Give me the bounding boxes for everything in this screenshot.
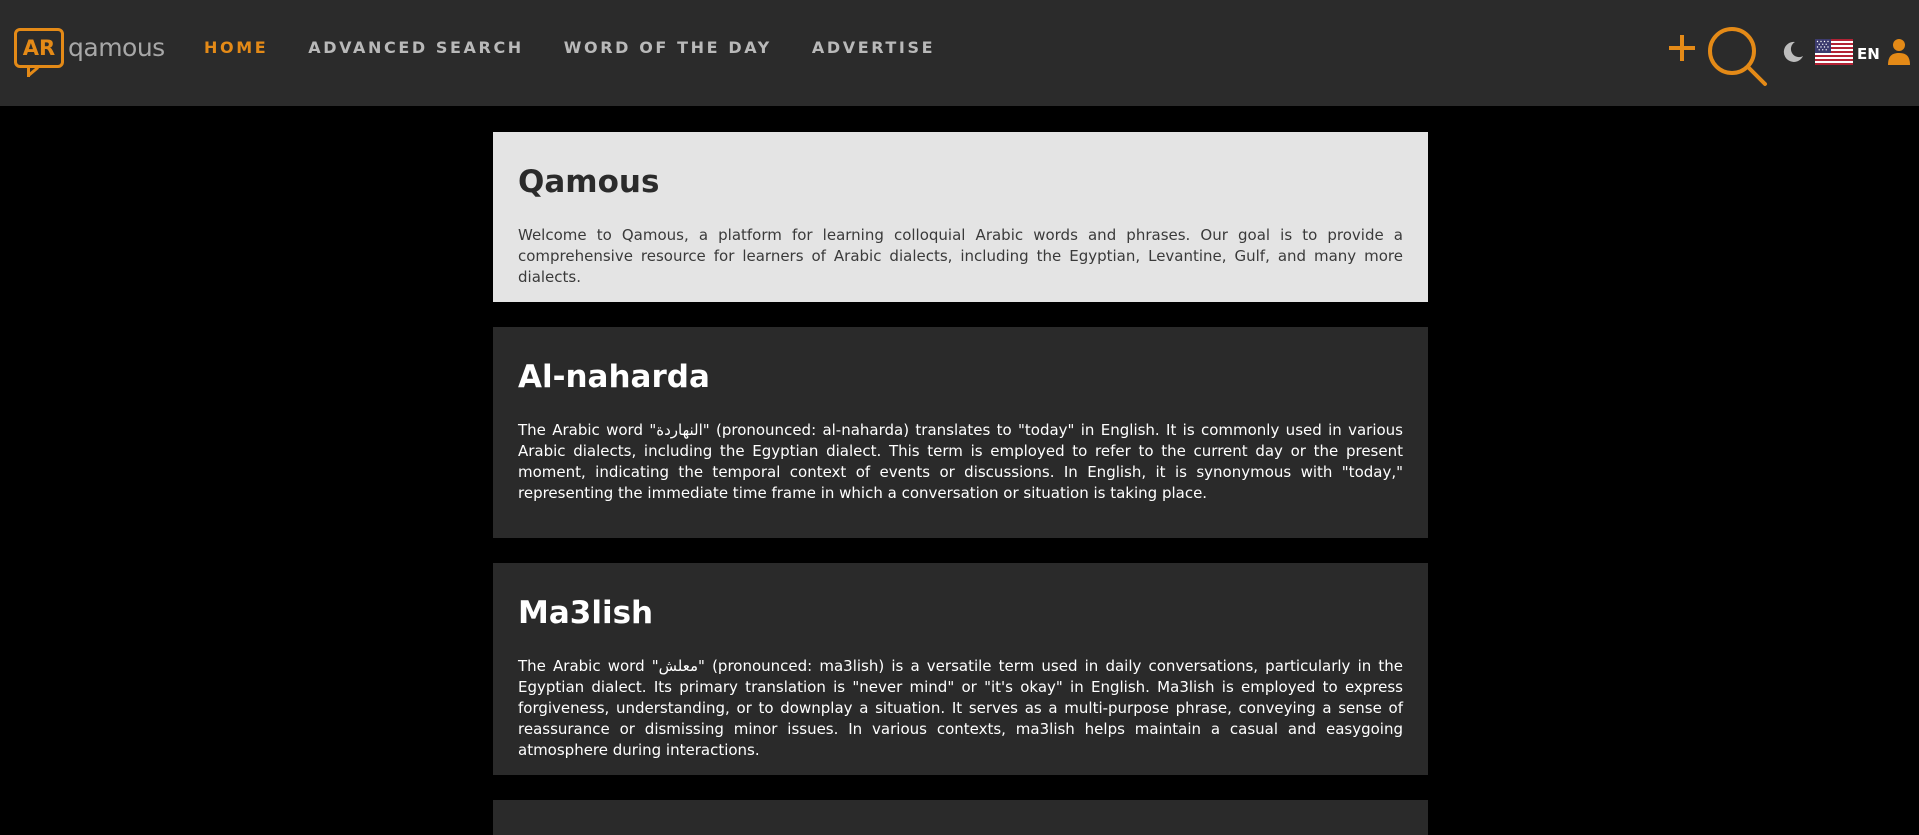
main-nav: HOME ADVANCED SEARCH WORD OF THE DAY ADV… [204, 38, 975, 57]
intro-card: Qamous Welcome to Qamous, a platform for… [493, 132, 1428, 302]
user-icon[interactable] [1887, 38, 1911, 66]
nav-home[interactable]: HOME [204, 38, 268, 57]
search-icon[interactable] [1705, 24, 1769, 88]
card-title: Qamous [518, 164, 660, 200]
word-card-al-naharda[interactable]: Al-naharda The Arabic word "النهاردة" (p… [493, 327, 1428, 538]
card-body: The Arabic word "النهاردة" (pronounced: … [518, 421, 1403, 503]
word-card-partial[interactable] [493, 800, 1428, 835]
logo-wordmark: qamous [68, 33, 165, 62]
nav-word-of-the-day[interactable]: WORD OF THE DAY [564, 38, 772, 57]
site-logo[interactable]: AR qamous [14, 28, 165, 78]
card-body: Welcome to Qamous, a platform for learni… [518, 226, 1403, 287]
nav-advertise[interactable]: ADVERTISE [812, 38, 935, 57]
word-card-ma3lish[interactable]: Ma3lish The Arabic word "معلش" (pronounc… [493, 563, 1428, 775]
logo-badge-text: AR [22, 36, 56, 60]
plus-icon[interactable] [1667, 33, 1697, 63]
top-navbar: AR qamous HOME ADVANCED SEARCH WORD OF T… [0, 0, 1919, 106]
card-title[interactable]: Al-naharda [518, 359, 1403, 396]
card-body: The Arabic word "معلش" (pronounced: ma3l… [518, 657, 1403, 760]
language-label[interactable]: EN [1857, 45, 1880, 63]
card-title[interactable]: Ma3lish [518, 595, 1403, 632]
us-flag-icon[interactable] [1815, 39, 1853, 65]
logo-speech-bubble-icon: AR [14, 28, 64, 77]
moon-icon[interactable] [1781, 40, 1805, 64]
nav-advanced-search[interactable]: ADVANCED SEARCH [308, 38, 524, 57]
